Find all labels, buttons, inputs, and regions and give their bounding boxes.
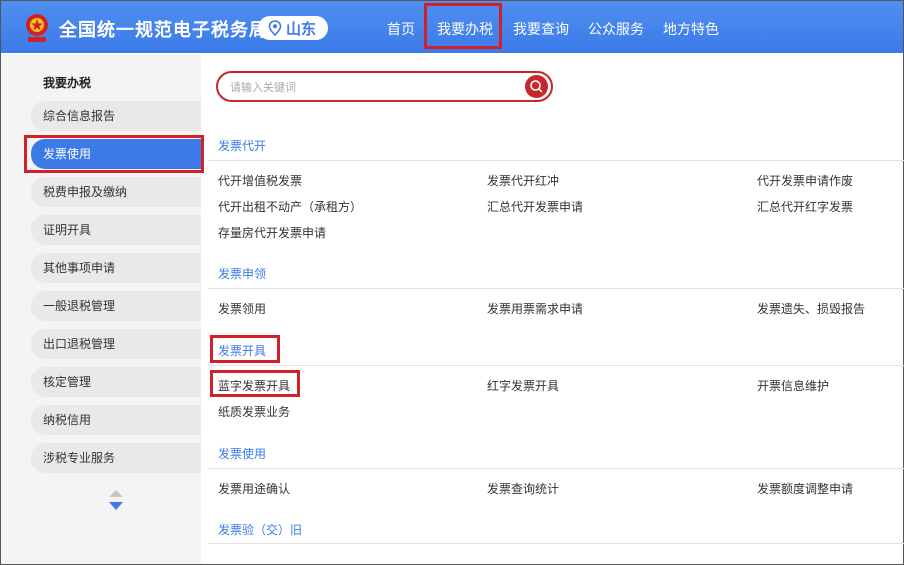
sidebar-item-export-refund[interactable]: 出口退税管理 xyxy=(31,329,201,359)
section-title-invoice-claim[interactable]: 发票申领 xyxy=(218,265,266,282)
link-summary-red-invoice[interactable]: 汇总代开红字发票 xyxy=(757,198,853,215)
region-selector[interactable]: 山东 xyxy=(258,16,328,40)
nav-query[interactable]: 我要查询 xyxy=(513,19,569,39)
search-input[interactable] xyxy=(230,78,510,96)
link-highlight-box xyxy=(210,370,300,397)
sidebar-highlight-box xyxy=(24,135,204,173)
scroll-arrows-icon[interactable] xyxy=(107,488,125,514)
link-invoice-loss-report[interactable]: 发票遗失、损毁报告 xyxy=(757,300,865,317)
nav-home[interactable]: 首页 xyxy=(387,19,415,39)
nav-local-features[interactable]: 地方特色 xyxy=(663,19,719,39)
region-label: 山东 xyxy=(286,19,317,38)
sidebar-item-assessment[interactable]: 核定管理 xyxy=(31,367,201,397)
link-existing-housing-request[interactable]: 存量房代开发票申请 xyxy=(218,224,326,241)
link-summary-agency-request[interactable]: 汇总代开发票申请 xyxy=(487,198,583,215)
section-divider xyxy=(208,468,904,469)
sidebar-item-credit[interactable]: 纳税信用 xyxy=(31,405,201,435)
link-invoice-purpose-confirm[interactable]: 发票用途确认 xyxy=(218,480,290,497)
nav-highlight-box xyxy=(424,3,502,49)
link-agency-red-reversal[interactable]: 发票代开红冲 xyxy=(487,172,559,189)
section-title-invoice-agency[interactable]: 发票代开 xyxy=(218,137,266,154)
sidebar-item-declaration[interactable]: 税费申报及缴纳 xyxy=(31,177,201,207)
link-invoice-quota-adjust[interactable]: 发票额度调整申请 xyxy=(757,480,853,497)
section-divider xyxy=(208,543,904,544)
search-icon xyxy=(530,80,543,93)
sidebar-item-other-requests[interactable]: 其他事项申请 xyxy=(31,253,201,283)
sidebar-title: 我要办税 xyxy=(43,76,92,90)
sidebar-item-info-report[interactable]: 综合信息报告 xyxy=(31,101,201,131)
sidebar-item-professional[interactable]: 涉税专业服务 xyxy=(31,443,201,473)
section-divider xyxy=(208,288,904,289)
section-title-invoice-verify-old[interactable]: 发票验（交）旧 xyxy=(218,521,302,538)
site-title: 全国统一规范电子税务局 xyxy=(59,20,268,41)
location-pin-icon xyxy=(268,20,282,36)
link-invoice-collect[interactable]: 发票领用 xyxy=(218,300,266,317)
link-invoice-info-maintain[interactable]: 开票信息维护 xyxy=(757,377,829,394)
section-highlight-box xyxy=(210,335,280,363)
link-agency-vat-invoice[interactable]: 代开增值税发票 xyxy=(218,172,302,189)
section-divider xyxy=(208,365,904,366)
section-title-invoice-use[interactable]: 发票使用 xyxy=(218,445,266,462)
link-agency-void-request[interactable]: 代开发票申请作废 xyxy=(757,172,853,189)
link-invoice-query-stats[interactable]: 发票查询统计 xyxy=(487,480,559,497)
link-paper-invoice[interactable]: 纸质发票业务 xyxy=(218,403,290,420)
search-button[interactable] xyxy=(525,75,548,98)
link-red-invoice-issue[interactable]: 红字发票开具 xyxy=(487,377,559,394)
link-agency-rental-property[interactable]: 代开出租不动产（承租方） xyxy=(218,198,362,215)
sidebar-item-certificate[interactable]: 证明开具 xyxy=(31,215,201,245)
link-invoice-demand[interactable]: 发票用票需求申请 xyxy=(487,300,583,317)
section-divider xyxy=(208,160,904,161)
sidebar: 我要办税 综合信息报告 发票使用 税费申报及缴纳 证明开具 其他事项申请 一般退… xyxy=(1,54,201,564)
sidebar-item-general-refund[interactable]: 一般退税管理 xyxy=(31,291,201,321)
search-box xyxy=(216,71,553,102)
tax-emblem-icon xyxy=(26,14,48,42)
nav-public-service[interactable]: 公众服务 xyxy=(588,19,644,39)
